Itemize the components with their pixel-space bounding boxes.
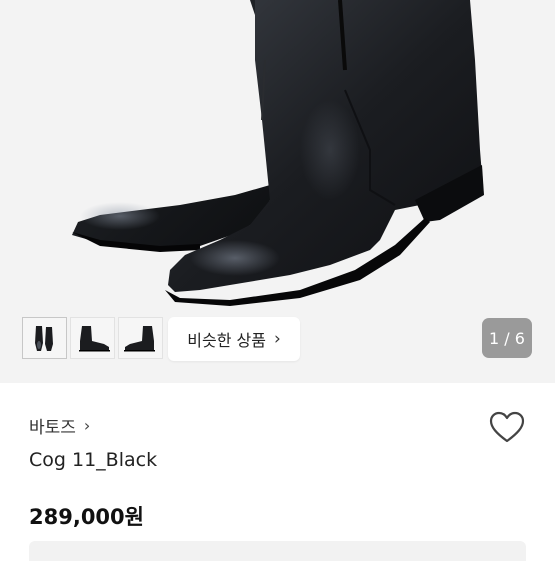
product-title: Cog 11_Black [29, 449, 158, 471]
similar-products-label: 비슷한 상품 [187, 331, 266, 350]
product-image-gallery[interactable]: 비슷한 상품 › 1 / 6 [0, 0, 555, 383]
boot-side-icon [78, 326, 110, 352]
shop-name: 바토즈 [29, 418, 76, 438]
bottom-panel [29, 541, 526, 561]
thumbnail-3[interactable] [118, 317, 163, 359]
heart-icon[interactable] [488, 409, 526, 447]
product-price: 289,000원 [29, 505, 144, 529]
chevron-right-icon: › [273, 329, 281, 349]
boots-front-icon [34, 326, 53, 351]
boot-side-icon [123, 326, 155, 352]
shop-link[interactable]: 바토즈 › [29, 413, 90, 438]
chevron-right-icon: › [83, 416, 91, 435]
thumbnail-strip [22, 317, 163, 359]
thumbnail-1[interactable] [22, 317, 67, 359]
similar-products-button[interactable]: 비슷한 상품 › [168, 317, 300, 361]
thumbnail-2[interactable] [70, 317, 115, 359]
image-page-indicator: 1 / 6 [482, 318, 532, 358]
